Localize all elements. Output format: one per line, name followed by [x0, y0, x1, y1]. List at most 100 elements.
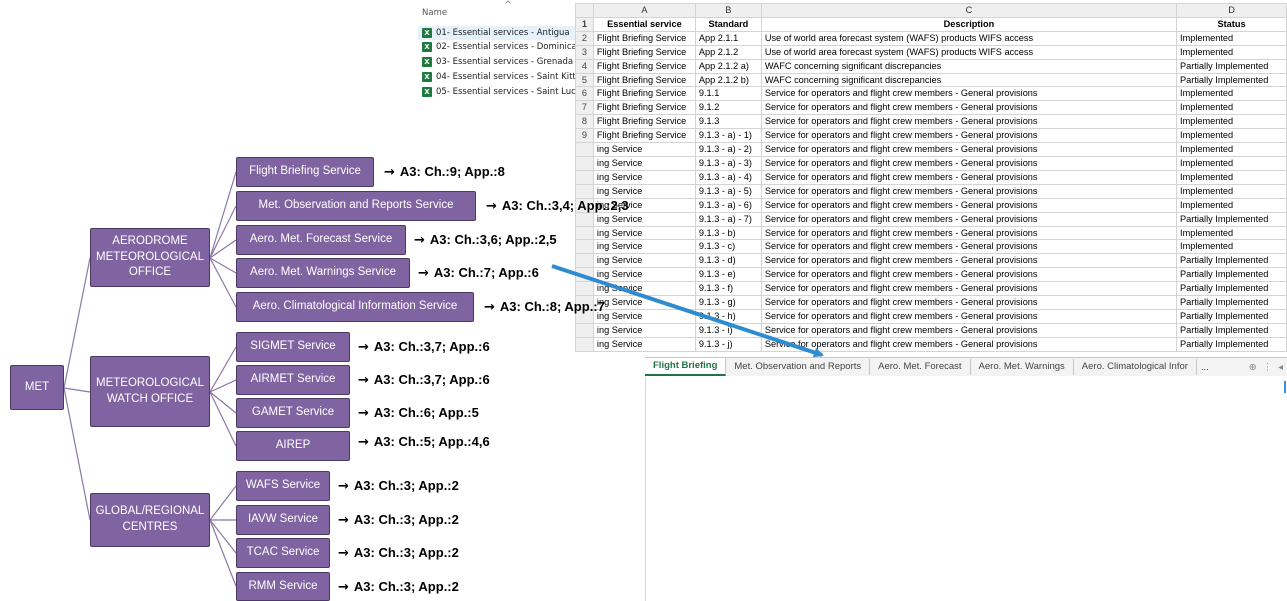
table-cell[interactable]: Flight Briefing Service [592, 100, 696, 116]
row-number[interactable] [575, 239, 594, 255]
table-cell[interactable]: App 2.1.2 a) [694, 58, 762, 74]
table-cell[interactable]: Description [760, 16, 1178, 32]
table-cell[interactable]: 9.1.3 - f) [694, 281, 762, 297]
row-number[interactable] [575, 336, 594, 352]
table-cell[interactable]: Implemented [1176, 239, 1287, 255]
table-cell[interactable]: Service for operators and flight crew me… [760, 308, 1178, 324]
table-cell[interactable]: Service for operators and flight crew me… [760, 100, 1178, 116]
table-cell[interactable]: App 2.1.1 [694, 30, 762, 46]
table-cell[interactable]: ing Service [592, 142, 696, 157]
table-cell[interactable]: Partially Implemented [1176, 336, 1287, 352]
table-cell[interactable]: Service for operators and flight crew me… [760, 211, 1178, 227]
table-cell[interactable]: Implemented [1176, 114, 1287, 130]
table-cell[interactable]: Service for operators and flight crew me… [760, 322, 1178, 338]
table-cell[interactable]: 9.1.2 [694, 100, 762, 116]
table-cell[interactable]: WAFC concerning significant discrepancie… [760, 72, 1178, 88]
table-cell[interactable]: ing Service [592, 281, 696, 297]
table-cell[interactable]: Service for operators and flight crew me… [760, 336, 1178, 352]
row-number[interactable]: 2 [575, 30, 594, 46]
table-cell[interactable]: Service for operators and flight crew me… [760, 225, 1178, 241]
table-cell[interactable]: Use of world area forecast system (WAFS)… [760, 30, 1178, 46]
table-cell[interactable]: Flight Briefing Service [592, 30, 696, 46]
table-cell[interactable]: Partially Implemented [1176, 308, 1287, 324]
table-cell[interactable]: 9.1.3 - i) [694, 322, 762, 338]
file-item[interactable]: X 05- Essential services - Saint Lucia [418, 85, 578, 99]
table-cell[interactable]: Flight Briefing Service [592, 44, 696, 60]
scrollbar-marker[interactable] [1284, 381, 1286, 393]
row-number[interactable] [575, 155, 594, 171]
table-cell[interactable]: ing Service [592, 322, 696, 338]
row-number[interactable]: 9 [575, 128, 594, 144]
table-cell[interactable]: Service for operators and flight crew me… [760, 253, 1178, 269]
tab-options-icon[interactable]: ⋮ [1263, 362, 1273, 373]
table-cell[interactable]: Flight Briefing Service [592, 72, 696, 88]
table-cell[interactable]: Implemented [1176, 225, 1287, 241]
row-number[interactable] [575, 281, 594, 297]
table-cell[interactable]: Partially Implemented [1176, 322, 1287, 338]
table-cell[interactable]: ing Service [592, 211, 696, 227]
sheet-tab[interactable]: Met. Observation and Reports [726, 359, 871, 375]
table-cell[interactable]: WAFC concerning significant discrepancie… [760, 58, 1178, 74]
row-number[interactable]: 4 [575, 58, 594, 74]
table-cell[interactable]: Flight Briefing Service [592, 58, 696, 74]
table-cell[interactable]: Service for operators and flight crew me… [760, 155, 1178, 171]
table-cell[interactable]: Service for operators and flight crew me… [760, 281, 1178, 297]
table-cell[interactable]: Implemented [1176, 142, 1287, 157]
table-cell[interactable]: ing Service [592, 239, 696, 255]
table-cell[interactable]: Standard [694, 16, 762, 32]
row-number[interactable]: 1 [575, 16, 594, 32]
table-cell[interactable]: 9.1.3 - a) - 3) [694, 155, 762, 171]
row-number[interactable]: 8 [575, 114, 594, 130]
table-cell[interactable]: ing Service [592, 225, 696, 241]
row-number[interactable] [575, 211, 594, 227]
row-number[interactable]: 6 [575, 86, 594, 102]
column-header[interactable]: B [694, 3, 762, 18]
select-all-corner[interactable] [575, 3, 594, 18]
table-cell[interactable]: Implemented [1176, 86, 1287, 102]
table-cell[interactable]: Service for operators and flight crew me… [760, 142, 1178, 157]
sheet-tab[interactable]: Aero. Met. Warnings [971, 359, 1074, 375]
table-cell[interactable]: 9.1.3 - b) [694, 225, 762, 241]
table-cell[interactable]: Implemented [1176, 30, 1287, 46]
row-number[interactable]: 7 [575, 100, 594, 116]
table-cell[interactable]: Service for operators and flight crew me… [760, 86, 1178, 102]
table-cell[interactable]: Flight Briefing Service [592, 114, 696, 130]
table-cell[interactable]: Service for operators and flight crew me… [760, 169, 1178, 185]
table-cell[interactable]: 9.1.1 [694, 86, 762, 102]
table-cell[interactable]: ing Service [592, 169, 696, 185]
table-cell[interactable]: ing Service [592, 155, 696, 171]
table-cell[interactable]: Partially Implemented [1176, 58, 1287, 74]
file-item[interactable]: X 04- Essential services - Saint Kitts & … [418, 70, 578, 84]
table-cell[interactable]: Service for operators and flight crew me… [760, 197, 1178, 213]
column-header[interactable]: C [760, 3, 1178, 18]
table-cell[interactable]: Service for operators and flight crew me… [760, 239, 1178, 255]
table-cell[interactable]: 9.1.3 - a) - 7) [694, 211, 762, 227]
table-cell[interactable]: Implemented [1176, 128, 1287, 144]
row-number[interactable] [575, 169, 594, 185]
row-number[interactable] [575, 267, 594, 283]
table-cell[interactable]: Implemented [1176, 44, 1287, 60]
column-header[interactable]: A [592, 3, 696, 18]
row-number[interactable] [575, 142, 594, 157]
column-header[interactable]: D [1176, 3, 1287, 18]
table-cell[interactable]: Implemented [1176, 169, 1287, 185]
table-cell[interactable]: Implemented [1176, 100, 1287, 116]
more-tabs-button[interactable]: ... [1197, 362, 1213, 373]
table-cell[interactable]: Flight Briefing Service [592, 128, 696, 144]
table-cell[interactable]: 9.1.3 - a) - 2) [694, 142, 762, 157]
table-cell[interactable]: ing Service [592, 308, 696, 324]
table-cell[interactable]: Partially Implemented [1176, 72, 1287, 88]
row-number[interactable] [575, 225, 594, 241]
table-cell[interactable]: Status [1176, 16, 1287, 32]
table-cell[interactable]: 9.1.3 - e) [694, 267, 762, 283]
table-cell[interactable]: Partially Implemented [1176, 253, 1287, 269]
table-cell[interactable]: App 2.1.2 b) [694, 72, 762, 88]
sheet-tab[interactable]: Aero. Met. Forecast [870, 359, 971, 375]
sheet-tab[interactable]: Flight Briefing [645, 358, 727, 376]
row-number[interactable] [575, 183, 594, 199]
table-cell[interactable]: ing Service [592, 336, 696, 352]
file-item[interactable]: X 02- Essential services - Dominica [418, 40, 578, 54]
table-cell[interactable]: 9.1.3 - d) [694, 253, 762, 269]
table-cell[interactable]: App 2.1.2 [694, 44, 762, 60]
table-cell[interactable]: Implemented [1176, 197, 1287, 213]
